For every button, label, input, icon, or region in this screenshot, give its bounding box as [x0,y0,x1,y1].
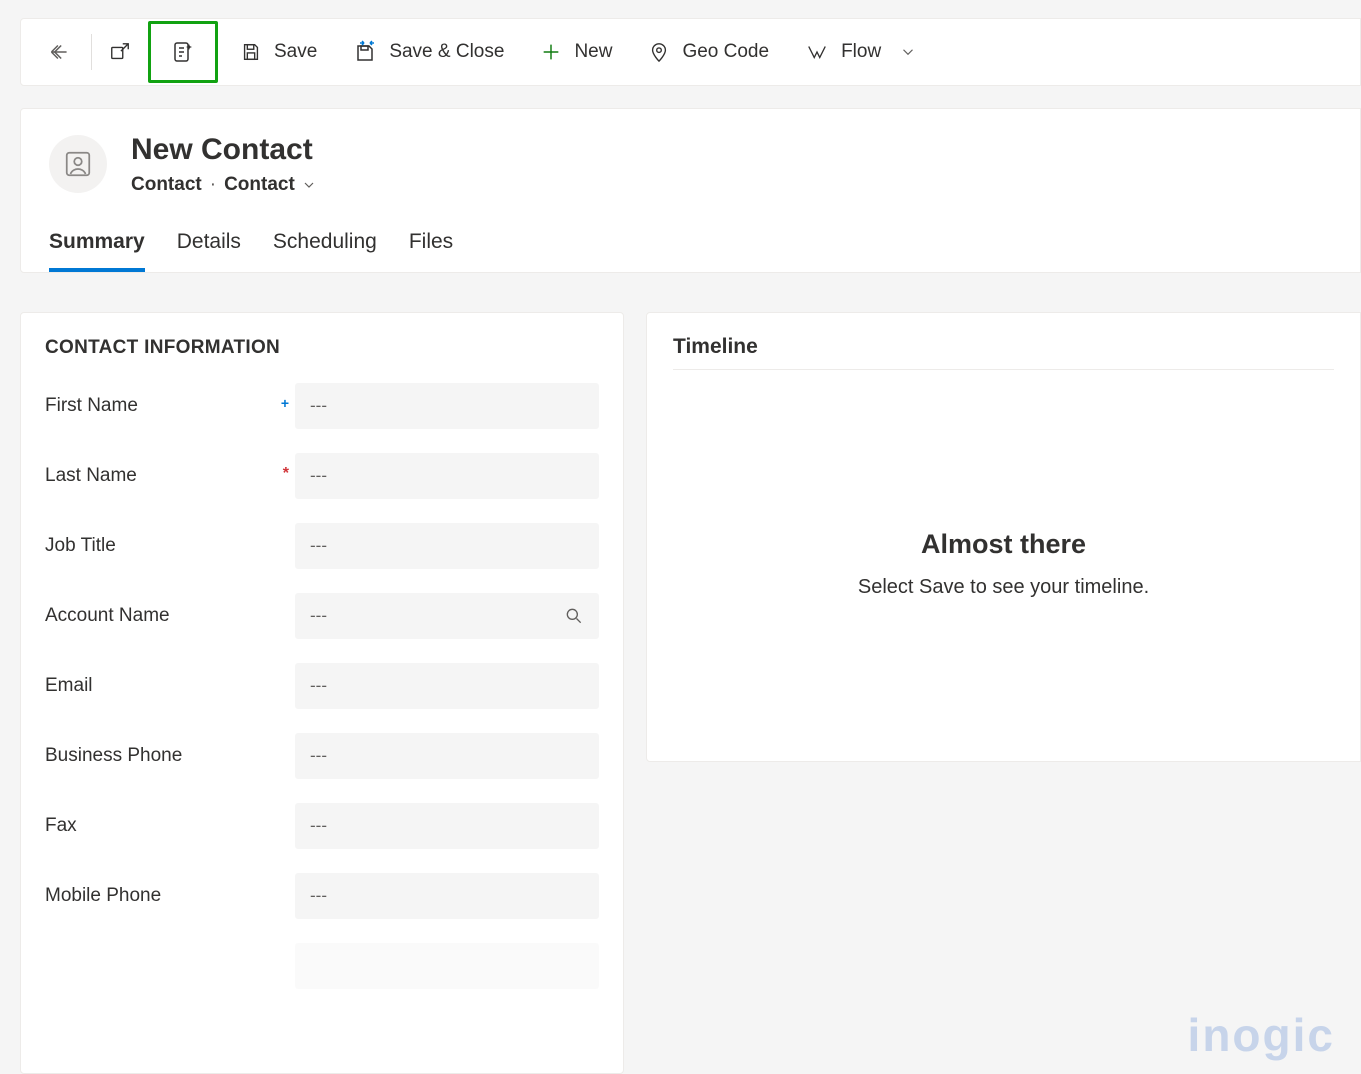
placeholder: --- [310,886,327,906]
location-pin-icon [648,40,670,64]
placeholder: --- [310,746,327,766]
chevron-down-icon [301,177,317,193]
placeholder: --- [310,536,327,556]
flow-label: Flow [841,41,881,63]
avatar [49,135,107,193]
label-last-name: Last Name [45,465,137,487]
entity-name: Contact [131,174,202,196]
timeline-heading: Almost there [647,529,1360,560]
copilot-button[interactable] [155,24,211,80]
highlighted-copilot-button [148,21,218,83]
separator-dot: · [210,174,216,196]
geocode-label: Geo Code [682,41,769,63]
tab-list: Summary Details Scheduling Files [49,230,1332,272]
input-first-name[interactable]: --- [295,383,599,429]
tab-scheduling[interactable]: Scheduling [273,230,377,272]
tab-files[interactable]: Files [409,230,453,272]
save-close-button[interactable]: Save & Close [335,24,522,80]
label-mobile-phone: Mobile Phone [45,885,161,907]
chevron-down-icon [899,43,917,61]
required-marker: * [283,465,289,483]
save-button[interactable]: Save [222,24,335,80]
new-button[interactable]: New [522,24,630,80]
back-button[interactable] [31,24,87,80]
recommended-marker: + [281,395,289,411]
save-icon [240,41,262,63]
copilot-form-icon [171,40,195,64]
input-business-phone[interactable]: --- [295,733,599,779]
popout-button[interactable] [96,24,144,80]
save-close-icon [353,40,377,64]
input-mobile-phone[interactable]: --- [295,873,599,919]
input-last-name[interactable]: --- [295,453,599,499]
geocode-button[interactable]: Geo Code [630,24,787,80]
input-next-field[interactable] [295,943,599,989]
contact-info-section: CONTACT INFORMATION First Name + --- Last… [20,312,624,1074]
placeholder: --- [310,816,327,836]
flow-button[interactable]: Flow [787,24,935,80]
record-header: New Contact Contact · Contact Summary De… [20,108,1361,273]
lookup-account-name[interactable]: --- [295,593,599,639]
input-job-title[interactable]: --- [295,523,599,569]
new-label: New [574,41,612,63]
label-job-title: Job Title [45,535,116,557]
timeline-panel: Timeline Almost there Select Save to see… [646,312,1361,762]
placeholder: --- [310,606,327,626]
watermark: inogic [1188,1008,1335,1062]
popout-icon [109,41,131,63]
label-business-phone: Business Phone [45,745,182,767]
page-title: New Contact [131,133,317,166]
save-label: Save [274,41,317,63]
label-fax: Fax [45,815,77,837]
input-fax[interactable]: --- [295,803,599,849]
input-email[interactable]: --- [295,663,599,709]
tab-summary[interactable]: Summary [49,230,145,272]
contact-avatar-icon [63,149,93,179]
timeline-message: Select Save to see your timeline. [647,576,1360,599]
tab-details[interactable]: Details [177,230,241,272]
flow-icon [805,41,829,63]
label-first-name: First Name [45,395,138,417]
form-selector[interactable]: Contact [224,174,317,196]
command-bar: Save Save & Close New Geo Code Flow [20,18,1361,86]
save-close-label: Save & Close [389,41,504,63]
search-icon [564,606,584,626]
placeholder: --- [310,396,327,416]
timeline-title: Timeline [673,335,1334,370]
plus-icon [540,41,562,63]
label-account-name: Account Name [45,605,170,627]
placeholder: --- [310,676,327,696]
form-selector-label: Contact [224,174,295,196]
placeholder: --- [310,466,327,486]
separator [91,34,92,70]
label-email: Email [45,675,93,697]
section-header: CONTACT INFORMATION [45,337,599,359]
